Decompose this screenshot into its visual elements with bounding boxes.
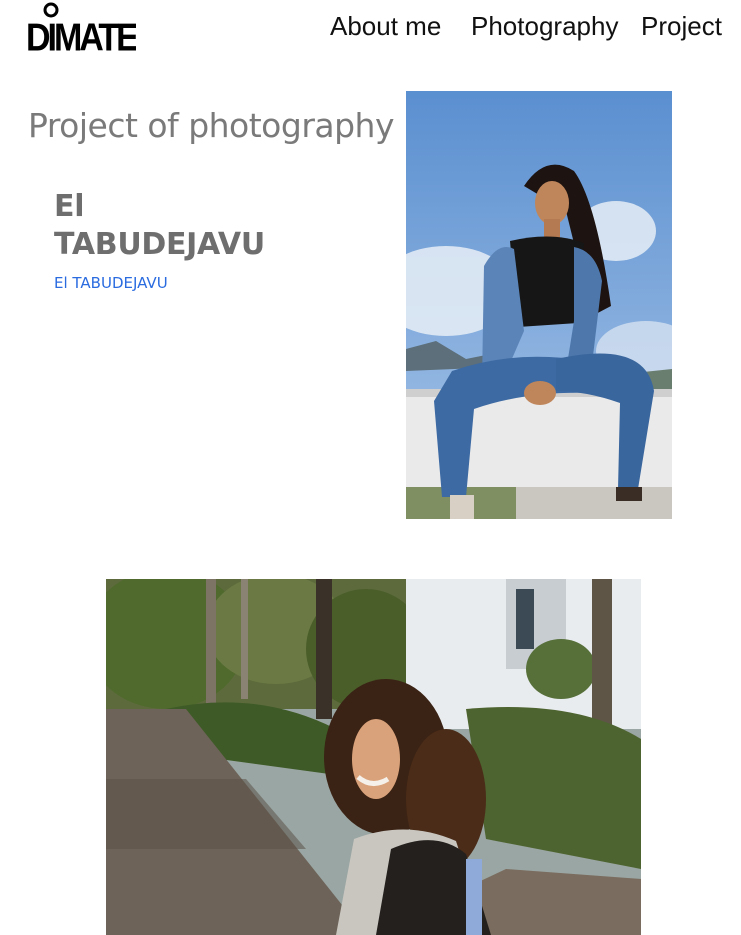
nav-about-me[interactable]: About me bbox=[330, 10, 441, 42]
nav-project[interactable]: Project bbox=[641, 10, 722, 42]
curly-hair-portrait-photo bbox=[106, 579, 641, 935]
project-link[interactable]: El TABUDEJAVU bbox=[54, 273, 168, 293]
page-title: Project of photography bbox=[28, 106, 395, 145]
nav-photography[interactable]: Photography bbox=[471, 10, 618, 42]
seated-model-photo bbox=[406, 91, 672, 519]
main-nav: About me Photography Project bbox=[0, 10, 741, 44]
project-name: El TABUDEJAVU bbox=[54, 189, 265, 262]
